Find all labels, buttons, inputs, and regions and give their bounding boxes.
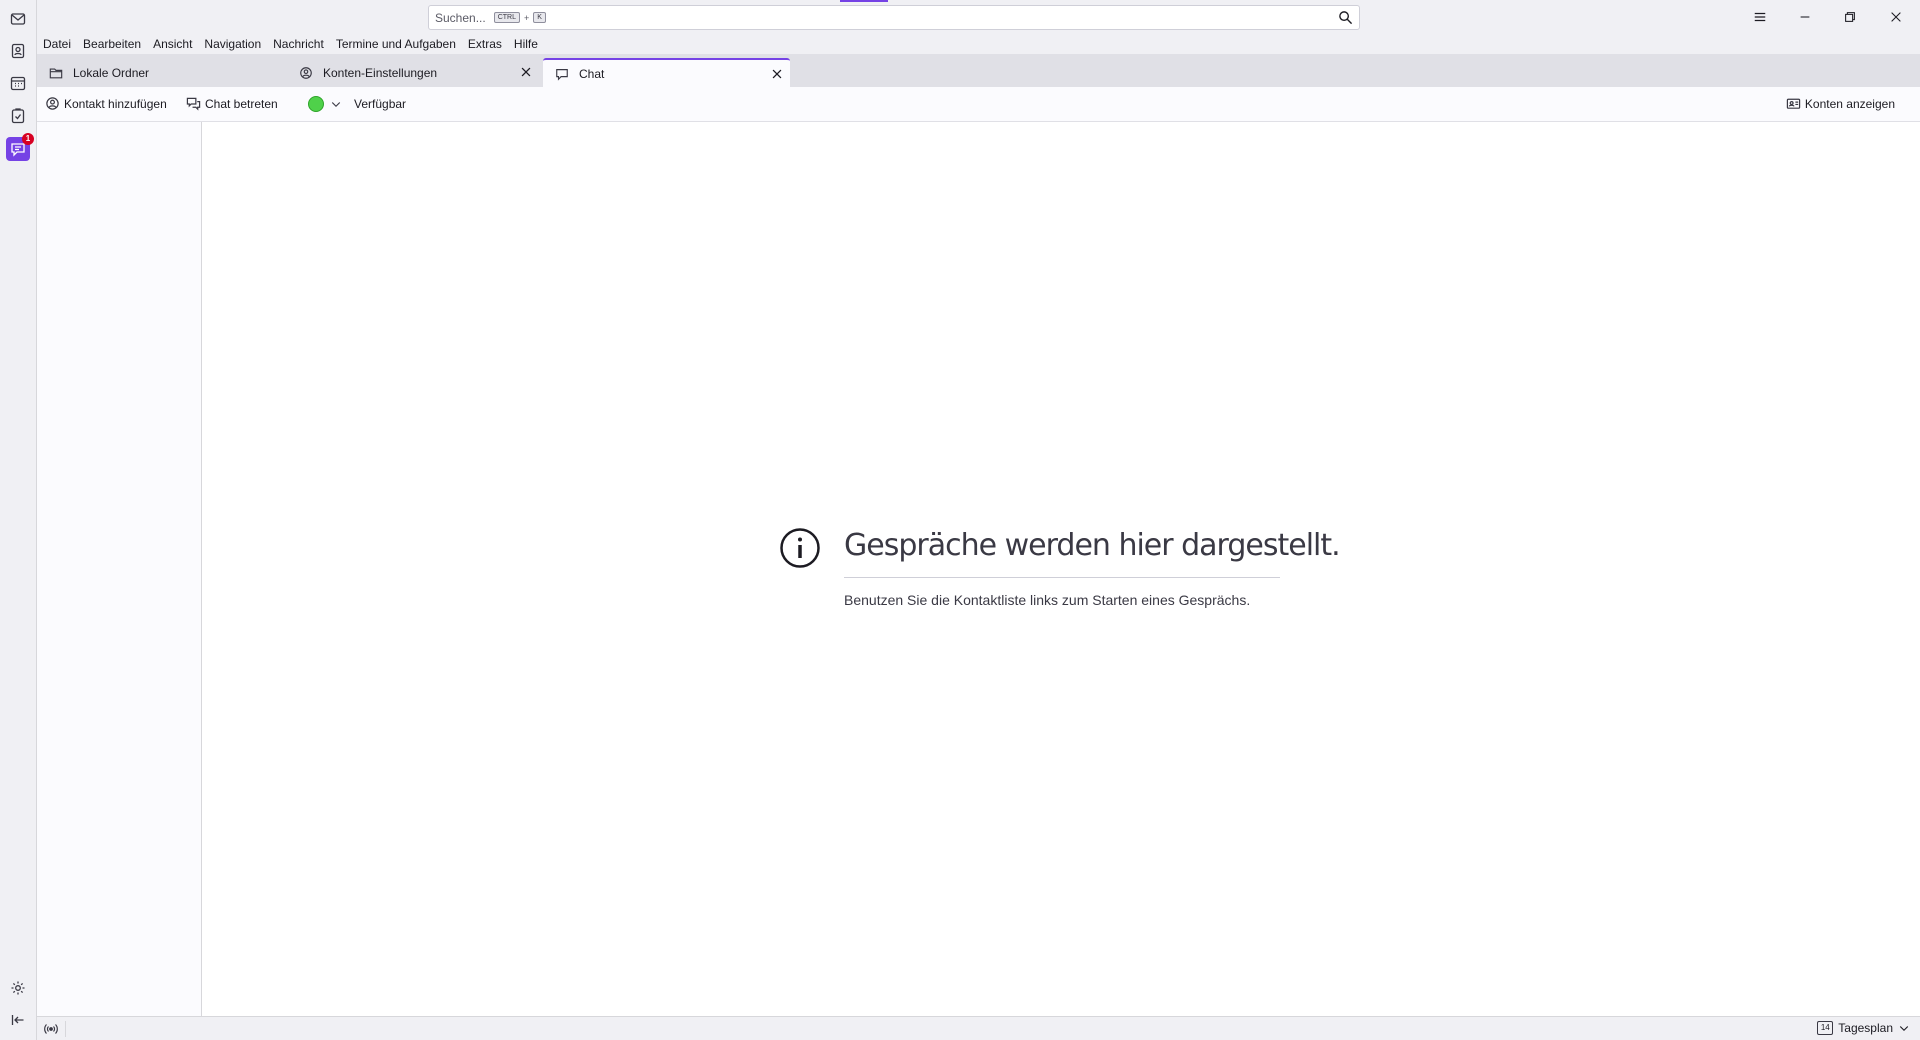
collapse-spaces-button[interactable] (6, 1008, 30, 1032)
tab-konten-einstellungen[interactable]: Konten-Einstellungen (287, 58, 539, 87)
chat-space-button[interactable]: 1 (6, 133, 34, 161)
restore-button[interactable] (1827, 0, 1873, 34)
envelope-icon (10, 13, 26, 25)
chevron-down-icon (331, 102, 341, 108)
close-window-button[interactable] (1873, 0, 1919, 34)
folder-icon (49, 67, 63, 78)
collapse-icon (11, 1015, 24, 1025)
menu-termine-und-aufgaben[interactable]: Termine und Aufgaben (336, 37, 456, 51)
title-bar: Suchen... CTRL + K (37, 0, 1920, 34)
tasks-icon (11, 108, 25, 124)
global-search-input[interactable]: Suchen... CTRL + K (428, 5, 1360, 30)
calendar-day-icon: 14 (1817, 1021, 1834, 1035)
chat-icon (556, 68, 568, 81)
accounts-icon (1786, 98, 1801, 109)
tab-strip: Lokale Ordner Konten-Einstellungen Chat (37, 54, 1920, 87)
status-bar: 14 Tagesplan (37, 1016, 1920, 1040)
calendar-icon (10, 76, 26, 91)
menu-nachricht[interactable]: Nachricht (273, 37, 324, 51)
tab-label: Chat (579, 66, 605, 81)
join-chat-label: Chat betreten (205, 96, 278, 111)
hamburger-menu-icon (1754, 12, 1766, 22)
search-placeholder: Suchen... (435, 10, 486, 25)
add-contact-icon (46, 97, 59, 110)
minimize-icon (1800, 16, 1810, 18)
shortcut-plus: + (523, 12, 530, 23)
shortcut-k-key: K (533, 12, 546, 23)
status-available-indicator (308, 96, 324, 112)
addressbook-space-button[interactable] (6, 39, 30, 63)
chat-toolbar: Kontakt hinzufügen Chat betreten Verfügb… (37, 87, 1920, 122)
close-icon (1891, 12, 1901, 22)
app-menu-button[interactable] (1737, 0, 1783, 34)
tasks-space-button[interactable] (6, 104, 30, 128)
shortcut-ctrl-key: CTRL (493, 12, 520, 23)
add-contact-button[interactable]: Kontakt hinzufügen (45, 96, 167, 111)
tab-label: Lokale Ordner (73, 65, 150, 80)
chevron-down-icon (1899, 1026, 1909, 1032)
account-settings-icon (300, 66, 312, 79)
addressbook-icon (11, 43, 25, 59)
restore-icon (1845, 12, 1855, 22)
online-status-icon[interactable] (43, 1021, 59, 1037)
conversation-heading: Gespräche werden hier dargestellt. (844, 528, 1341, 578)
tab-chat[interactable]: Chat (543, 58, 790, 87)
contact-list-pane[interactable] (37, 122, 202, 1016)
calendar-space-button[interactable] (6, 71, 30, 95)
add-contact-label: Kontakt hinzufügen (64, 96, 167, 111)
join-chat-button[interactable]: Chat betreten (186, 96, 278, 111)
join-chat-icon (186, 97, 201, 111)
status-label: Verfügbar (354, 97, 407, 111)
settings-space-button[interactable] (6, 976, 30, 1000)
info-icon (780, 528, 820, 568)
menu-ansicht[interactable]: Ansicht (153, 37, 192, 51)
search-icon[interactable] (1338, 10, 1353, 25)
menu-datei[interactable]: Datei (43, 37, 71, 51)
spaces-toolbar: 1 (0, 0, 37, 1040)
close-tab-icon[interactable] (519, 65, 533, 79)
tab-label: Konten-Einstellungen (323, 65, 438, 80)
title-accent-line (840, 0, 888, 2)
menu-hilfe[interactable]: Hilfe (514, 37, 538, 51)
close-tab-icon[interactable] (770, 67, 784, 81)
gear-icon (11, 981, 25, 995)
chat-unread-badge: 1 (22, 133, 34, 145)
today-pane-button[interactable]: 14 Tagesplan (1817, 1021, 1910, 1035)
conversation-description: Benutzen Sie die Kontaktliste links zum … (844, 592, 1251, 608)
conversation-pane: Gespräche werden hier dargestellt. Benut… (202, 122, 1920, 1016)
tab-lokale-ordner[interactable]: Lokale Ordner (37, 58, 287, 87)
menu-navigation[interactable]: Navigation (204, 37, 261, 51)
status-selector[interactable]: Verfügbar (308, 96, 406, 112)
menu-extras[interactable]: Extras (468, 37, 502, 51)
show-accounts-label: Konten anzeigen (1804, 96, 1895, 111)
status-separator (65, 1021, 66, 1037)
today-pane-label: Tagesplan (1838, 1021, 1893, 1035)
show-accounts-button[interactable]: Konten anzeigen (1786, 96, 1895, 111)
mail-space-button[interactable] (6, 7, 30, 31)
minimize-button[interactable] (1782, 0, 1828, 34)
menu-bearbeiten[interactable]: Bearbeiten (83, 37, 141, 51)
menu-bar: Datei Bearbeiten Ansicht Navigation Nach… (37, 34, 1920, 54)
